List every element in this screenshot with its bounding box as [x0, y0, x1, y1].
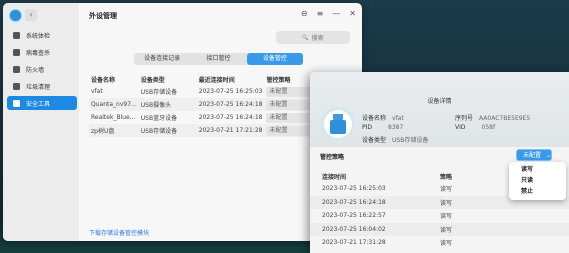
sidebar-item-label: 防火墙	[26, 66, 45, 74]
virus-icon	[13, 48, 20, 56]
main-window: ‹ 系统体检 病毒查杀 防火墙 垃圾清理 安全工具 外设管理 ⊖ ≡ — ✕ 🔍…	[3, 3, 362, 241]
last-connected: 2023-07-25 16:24:18	[198, 114, 263, 121]
column-header: 设备类型	[140, 76, 165, 84]
table-row: 2023-07-21 17:31:28 读写	[322, 239, 453, 248]
sidebar-item-label: 垃圾清理	[26, 83, 51, 91]
close-icon[interactable]: ✕	[349, 9, 356, 18]
minimize-icon[interactable]: —	[332, 9, 340, 18]
sidebar-item-system-check[interactable]: 系统体检	[7, 28, 77, 42]
option-read-only[interactable]: 只读	[509, 175, 566, 186]
tab-connection-records[interactable]: 设备连接记录	[134, 53, 190, 65]
usb-storage-icon	[324, 110, 352, 138]
field-device-name: 设备名称 vfat	[362, 115, 404, 122]
policy-select[interactable]: 未配置	[266, 99, 317, 110]
field-pid: PID 8387	[362, 124, 404, 131]
page-title: 外设管理	[89, 12, 117, 20]
policy-dropdown-menu: 读写 只读 禁止	[509, 162, 566, 200]
device-type: USB存储设备	[138, 124, 197, 137]
sidebar-item-label: 病毒查杀	[26, 49, 51, 57]
device-name: Realtek_Blue...	[91, 114, 136, 121]
device-name: Quanta_nv97...	[89, 98, 139, 111]
option-read-write[interactable]: 读写	[509, 164, 566, 175]
policy-select[interactable]: 未配置	[266, 86, 317, 97]
chevron-down-icon: ⌄	[545, 152, 551, 159]
sidebar-item-cleanup[interactable]: 垃圾清理	[7, 79, 77, 93]
search-icon: 🔍	[302, 34, 309, 41]
device-type: USB蓝牙设备	[140, 115, 178, 122]
policy-select[interactable]: 未配置	[266, 125, 317, 136]
column-header: 设备名称	[91, 76, 116, 84]
policy-dropdown[interactable]: 未配置 ⌄	[516, 149, 552, 161]
back-button[interactable]: ‹	[25, 9, 37, 21]
detail-header: 设备详情 设备名称 vfat 序列号 AA0AC7BE5E9E5 PID 8387 V…	[310, 72, 569, 147]
sidebar-item-label: 系统体检	[26, 32, 51, 40]
table-row: 2023-07-25 16:04:02 读写	[310, 222, 569, 236]
tab-port-control[interactable]: 接口管控	[190, 53, 246, 65]
table-row: 2023-07-25 16:22:57 读写	[322, 212, 453, 221]
sidebar-item-label: 安全工具	[26, 100, 51, 108]
field-vid: VID 058f	[455, 124, 496, 131]
sidebar-nav: 系统体检 病毒查杀 防火墙 垃圾清理 安全工具	[7, 28, 77, 113]
monitor-icon	[13, 31, 20, 39]
column-header: 最近连接时间	[198, 76, 235, 84]
tab-device-control[interactable]: 设备管控	[246, 53, 303, 65]
trash-icon	[13, 82, 20, 90]
sidebar-item-security-tools[interactable]: 安全工具	[7, 96, 77, 110]
policy-label: 管控策略	[320, 154, 345, 161]
app-logo-icon	[9, 9, 22, 22]
last-connected: 2023-07-25 16:25:03	[198, 88, 263, 95]
search-placeholder: 搜索	[311, 35, 324, 42]
last-connected: 2023-07-25 16:24:18	[196, 98, 265, 111]
hamburger-menu-icon[interactable]: ≡	[317, 9, 324, 18]
option-forbid[interactable]: 禁止	[509, 186, 566, 197]
device-type: USB存储设备	[140, 89, 178, 96]
window-controls: ⊖ ≡ — ✕	[301, 9, 356, 18]
firewall-icon	[13, 65, 20, 73]
column-header: 连接时间	[322, 173, 347, 181]
search-input[interactable]: 🔍 搜索	[276, 31, 350, 44]
sidebar-item-firewall[interactable]: 防火墙	[7, 62, 77, 76]
download-module-link[interactable]: 下载存储设备管控模块	[89, 228, 149, 237]
field-device-type: 设备类型 USB存储设备	[362, 137, 429, 144]
last-connected: 2023-07-21 17:21:28	[196, 124, 265, 137]
device-type: USB摄像头	[138, 98, 197, 111]
sidebar: ‹ 系统体检 病毒查杀 防火墙 垃圾清理 安全工具	[3, 3, 79, 241]
device-name: zp树U盘	[89, 124, 139, 137]
tab-bar: 设备连接记录 接口管控 设备管控	[134, 53, 303, 65]
policy-select[interactable]: 未配置	[266, 112, 317, 123]
sidebar-item-virus-scan[interactable]: 病毒查杀	[7, 45, 77, 59]
toolbox-icon	[13, 99, 20, 107]
device-name: vfat	[91, 88, 103, 95]
detail-title: 设备详情	[427, 98, 452, 105]
menu-circle-icon[interactable]: ⊖	[301, 9, 308, 18]
field-serial: 序列号 AA0AC7BE5E9E5	[455, 115, 531, 122]
